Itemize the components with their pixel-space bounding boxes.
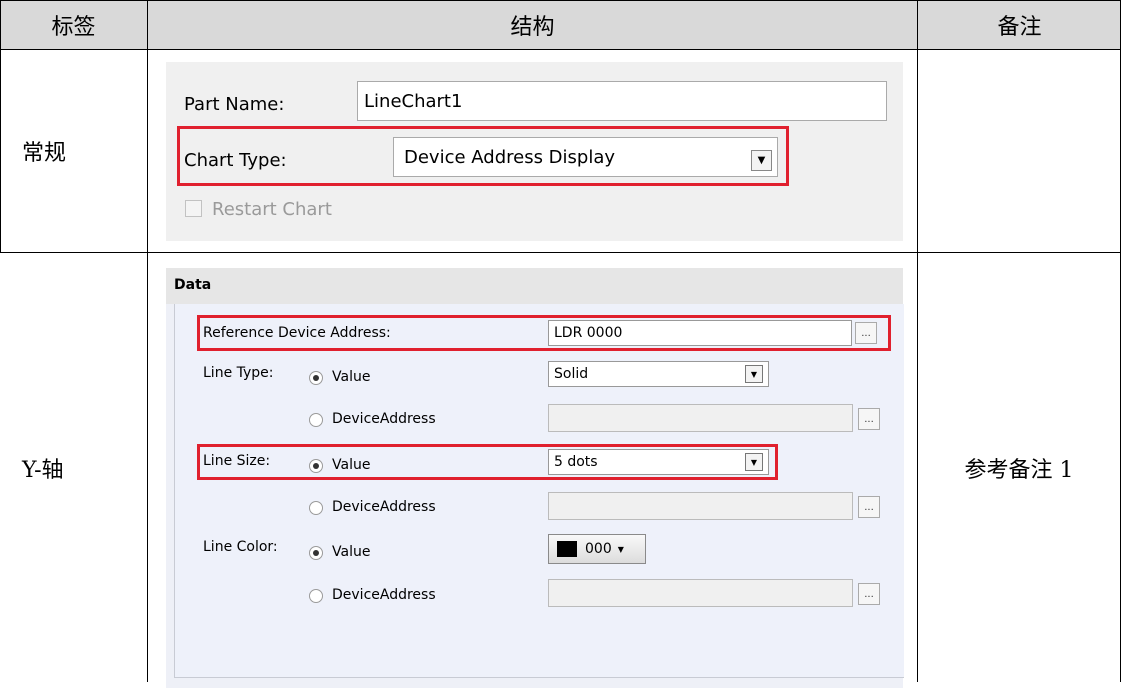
line-color-value-radio[interactable]	[309, 546, 323, 560]
line-color-device-radio[interactable]	[309, 589, 323, 603]
data-section-body	[174, 304, 904, 678]
color-swatch	[557, 541, 577, 557]
line-color-device-option-label: DeviceAddress	[332, 587, 436, 603]
line-color-value: 000	[585, 541, 612, 557]
ellipsis-icon: ...	[864, 501, 874, 513]
line-size-highlight	[197, 444, 778, 480]
chevron-down-icon: ▼	[617, 544, 624, 554]
general-settings-panel: Part Name: LineChart1 Chart Type: Device…	[166, 62, 903, 241]
line-size-device-option-label: DeviceAddress	[332, 499, 436, 515]
line-type-device-input[interactable]	[548, 404, 853, 432]
reference-highlight	[197, 315, 891, 351]
restart-chart-checkbox[interactable]	[185, 200, 202, 217]
row-label-y-axis: Y-轴	[22, 457, 64, 483]
line-size-device-input[interactable]	[548, 492, 853, 520]
data-settings-panel: Data Reference Device Address: LDR 0000 …	[166, 268, 904, 688]
ellipsis-icon: ...	[864, 413, 874, 425]
line-type-value-option-label: Value	[332, 369, 371, 385]
row-label-general: 常规	[22, 141, 67, 166]
line-color-picker[interactable]: 000 ▼	[548, 534, 646, 564]
row-note-y-axis: 参考备注 1	[964, 457, 1074, 483]
line-type-browse-button[interactable]: ...	[858, 408, 880, 430]
table-border-header	[0, 49, 1121, 50]
line-type-value-radio[interactable]	[309, 371, 323, 385]
line-type-device-option-label: DeviceAddress	[332, 411, 436, 427]
line-size-device-radio[interactable]	[309, 501, 323, 515]
chart-type-highlight	[177, 126, 789, 186]
line-color-browse-button[interactable]: ...	[858, 583, 880, 605]
table-border-top	[0, 0, 1121, 1]
header-note: 备注	[918, 0, 1121, 49]
line-color-label: Line Color:	[203, 539, 278, 555]
document-table: 标签 结构 备注 常规 Y-轴 参考备注 1 Part Name: LineCh…	[0, 0, 1121, 688]
line-type-dropdown-button[interactable]: ▼	[745, 365, 763, 383]
header-structure: 结构	[148, 0, 917, 49]
part-name-input[interactable]: LineChart1	[357, 81, 887, 121]
line-type-device-radio[interactable]	[309, 413, 323, 427]
restart-chart-label: Restart Chart	[212, 199, 332, 220]
data-section-title: Data	[174, 277, 212, 293]
chevron-down-icon: ▼	[750, 369, 758, 379]
line-type-select[interactable]: Solid	[548, 361, 769, 387]
table-border-col1	[147, 0, 148, 682]
line-size-browse-button[interactable]: ...	[858, 496, 880, 518]
line-type-label: Line Type:	[203, 365, 274, 381]
part-name-label: Part Name:	[184, 94, 285, 115]
line-color-device-input[interactable]	[548, 579, 853, 607]
ellipsis-icon: ...	[864, 588, 874, 600]
line-color-value-option-label: Value	[332, 544, 371, 560]
data-section-header: Data	[166, 268, 903, 304]
header-label: 标签	[0, 0, 147, 49]
